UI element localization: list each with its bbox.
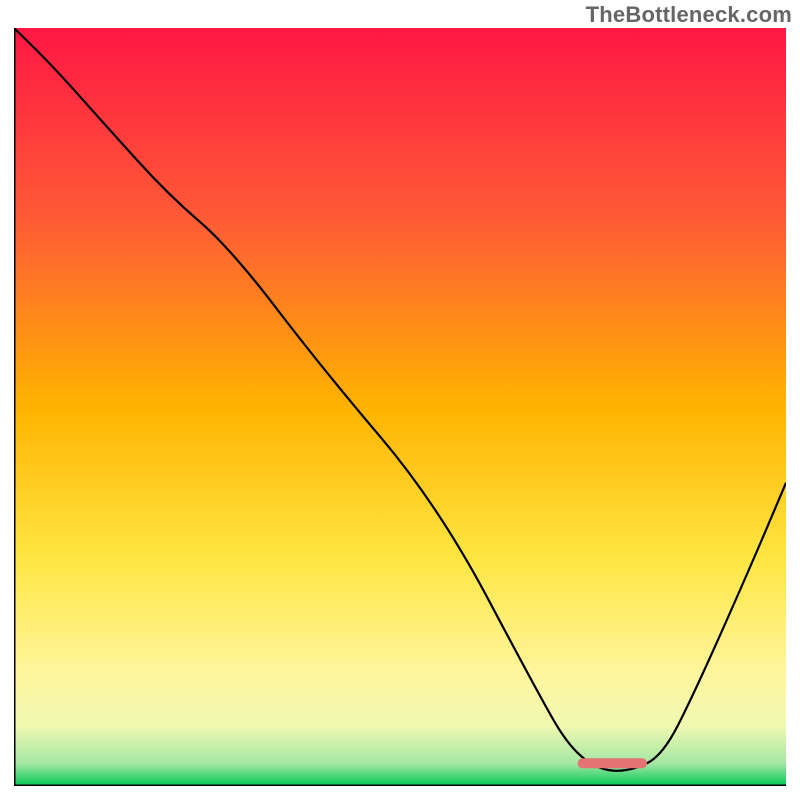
- gradient-background: [14, 28, 786, 786]
- plot-area: [14, 28, 786, 786]
- chart-container: TheBottleneck.com: [0, 0, 800, 800]
- chart-svg: [14, 28, 786, 786]
- optimal-range-marker: [578, 758, 648, 768]
- watermark-text: TheBottleneck.com: [586, 2, 792, 28]
